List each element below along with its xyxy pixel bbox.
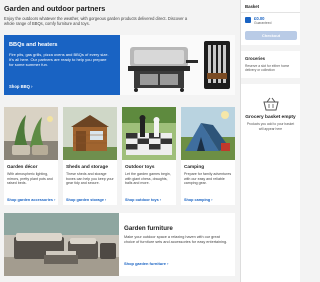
tile-text: With atmospheric lighting, mirrors, pret… <box>7 172 53 186</box>
garden-decor-image <box>4 107 58 160</box>
basket-sidebar: Basket £0.00 Guaranteed Checkout Groceri… <box>240 0 300 282</box>
shop-outdoor-toys-link[interactable]: Shop outdoor toys › <box>125 198 161 202</box>
bbq-image <box>120 35 235 95</box>
outdoor-toys-image <box>122 107 176 160</box>
grocery-empty-text: Products you add to your basket will app… <box>246 122 295 131</box>
page: Garden and outdoor partners Enjoy the ou… <box>0 0 300 282</box>
grocery-empty-title: Grocery basket empty <box>245 115 296 121</box>
tile-title: Outdoor toys <box>125 164 155 169</box>
garden-furniture-body: Garden furniture Make your outdoor space… <box>124 225 229 245</box>
tile-title: Garden décor <box>7 164 38 169</box>
grocery-basket-icon <box>262 98 279 111</box>
basket-subtext: Guaranteed <box>254 21 272 25</box>
main-content: Garden and outdoor partners Enjoy the ou… <box>4 4 235 276</box>
garden-furniture-banner[interactable]: Garden furniture Make your outdoor space… <box>4 213 235 276</box>
tile-sheds-storage[interactable]: Sheds and storage These sheds and storag… <box>63 107 117 205</box>
garden-furniture-text: Make your outdoor space a relaxing haven… <box>124 235 228 244</box>
basket-icon <box>245 17 251 23</box>
tile-garden-decor[interactable]: Garden décor With atmospheric lighting, … <box>4 107 58 205</box>
bbq-banner-title: BBQs and heaters <box>9 42 58 48</box>
page-title: Garden and outdoor partners <box>4 4 106 13</box>
tile-text: These sheds and storage boxes can help y… <box>66 172 114 186</box>
shop-camping-link[interactable]: Shop camping › <box>184 198 213 202</box>
basket-heading: Basket <box>241 0 300 13</box>
garden-furniture-title: Garden furniture <box>124 225 173 232</box>
groceries-heading: Groceries <box>241 45 300 64</box>
bbq-banner-text: Fire pits, gas grills, pizza ovens and B… <box>9 52 109 67</box>
shop-garden-storage-link[interactable]: Shop garden storage › <box>66 198 106 202</box>
camping-image <box>181 107 235 160</box>
checkout-button[interactable]: Checkout <box>245 31 297 40</box>
bbq-banner-panel: BBQs and heaters Fire pits, gas grills, … <box>4 35 120 95</box>
page-intro: Enjoy the outdoors whatever the weather,… <box>4 16 188 27</box>
bbq-banner[interactable]: BBQs and heaters Fire pits, gas grills, … <box>4 35 235 95</box>
shop-garden-furniture-link[interactable]: Shop garden furniture › <box>124 261 168 266</box>
tile-title: Camping <box>184 164 205 169</box>
basket-summary: £0.00 Guaranteed <box>241 13 300 28</box>
shop-bbq-link[interactable]: Shop BBQ › <box>9 84 33 89</box>
tile-camping[interactable]: Camping Prepare for family adventures wi… <box>181 107 235 205</box>
grocery-basket-empty: Grocery basket empty Products you add to… <box>241 78 300 131</box>
tile-text: Let the garden games begin, with giant c… <box>125 172 171 186</box>
tile-text: Prepare for family adventures with our e… <box>184 172 232 186</box>
tile-outdoor-toys[interactable]: Outdoor toys Let the garden games begin,… <box>122 107 176 205</box>
groceries-text[interactable]: Reserve a slot for either home delivery … <box>241 64 300 72</box>
category-tiles: Garden décor With atmospheric lighting, … <box>4 107 235 205</box>
tile-title: Sheds and storage <box>66 164 108 169</box>
shed-image <box>63 107 117 160</box>
shop-garden-accessories-link[interactable]: Shop garden accessories › <box>7 198 55 202</box>
garden-furniture-image <box>4 213 119 276</box>
